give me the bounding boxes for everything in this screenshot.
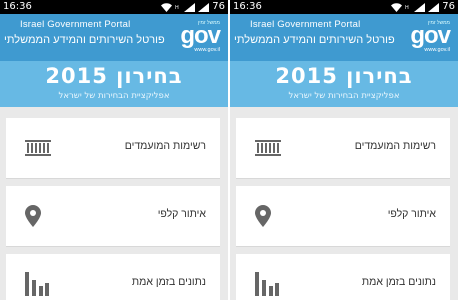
- logo-text: gov: [410, 22, 451, 49]
- app-subtitle: אפליקציית הבחירות של ישראל: [288, 91, 400, 101]
- status-bar: 16:36 H 76: [0, 0, 228, 14]
- portal-title-he: פורטל השירותים והמידע הממשלתי: [234, 34, 395, 46]
- map-pin-icon: [255, 205, 271, 227]
- signal-icon: [184, 2, 196, 12]
- wifi-icon: [391, 2, 403, 12]
- map-pin-icon: [25, 205, 41, 227]
- menu-item-find-polling-station[interactable]: איתור קלפי: [236, 186, 450, 247]
- battery-level: 76: [212, 1, 225, 12]
- battery-level: 76: [442, 1, 455, 12]
- portal-header[interactable]: Israel Government Portal פורטל השירותים …: [230, 14, 458, 61]
- gov-logo: ממשל זמין gov www.gov.il: [170, 20, 223, 56]
- wifi-icon: [161, 2, 173, 12]
- status-time: 16:36: [233, 1, 262, 12]
- bar-chart-icon: [25, 272, 49, 296]
- portal-title-he: פורטל השירותים והמידע הממשלתי: [4, 34, 165, 46]
- menu-item-label: איתור קלפי: [387, 208, 436, 220]
- signal-icon-2: [428, 2, 440, 12]
- portal-title-en: Israel Government Portal: [250, 19, 361, 30]
- menu-item-label: איתור קלפי: [157, 208, 206, 220]
- signal-icon: [414, 2, 426, 12]
- menu-item-candidate-lists[interactable]: רשימות המועמדים: [6, 118, 220, 179]
- ballot-box-icon: [255, 140, 281, 156]
- logo-url: www.gov.il: [424, 47, 450, 53]
- menu-item-label: רשימות המועמדים: [124, 140, 206, 152]
- status-bar: 16:36 H 76: [230, 0, 458, 14]
- app-banner: בחירון 2015 אפליקציית הבחירות של ישראל: [230, 61, 458, 107]
- app-banner: בחירון 2015 אפליקציית הבחירות של ישראל: [0, 61, 228, 107]
- portal-header[interactable]: Israel Government Portal פורטל השירותים …: [0, 14, 228, 61]
- gov-logo: ממשל זמין gov www.gov.il: [400, 20, 453, 56]
- status-time: 16:36: [3, 1, 32, 12]
- ballot-box-icon: [25, 140, 51, 156]
- menu-item-find-polling-station[interactable]: איתור קלפי: [6, 186, 220, 247]
- app-title: בחירון 2015: [275, 64, 413, 88]
- menu-item-live-data[interactable]: נתונים בזמן אמת: [236, 254, 450, 300]
- menu-item-label: נתונים בזמן אמת: [361, 276, 436, 288]
- app-title: בחירון 2015: [45, 64, 183, 88]
- signal-icon-2: [198, 2, 210, 12]
- menu-item-live-data[interactable]: נתונים בזמן אמת: [6, 254, 220, 300]
- menu-item-label: נתונים בזמן אמת: [131, 276, 206, 288]
- sim-icon: H: [175, 5, 179, 11]
- sim-icon: H: [405, 5, 409, 11]
- portal-title-en: Israel Government Portal: [20, 19, 131, 30]
- svg-text:H: H: [175, 5, 179, 11]
- menu-item-candidate-lists[interactable]: רשימות המועמדים: [236, 118, 450, 179]
- app-subtitle: אפליקציית הבחירות של ישראל: [58, 91, 170, 101]
- phone-screen-left: 16:36 H 76 Israel Government Portal פורט…: [0, 0, 228, 300]
- bar-chart-icon: [255, 272, 279, 296]
- phone-screen-right: 16:36 H 76 Israel Government Portal פורט…: [230, 0, 458, 300]
- menu-item-label: רשימות המועמדים: [354, 140, 436, 152]
- logo-url: www.gov.il: [194, 47, 220, 53]
- logo-text: gov: [180, 22, 221, 49]
- svg-text:H: H: [405, 5, 409, 11]
